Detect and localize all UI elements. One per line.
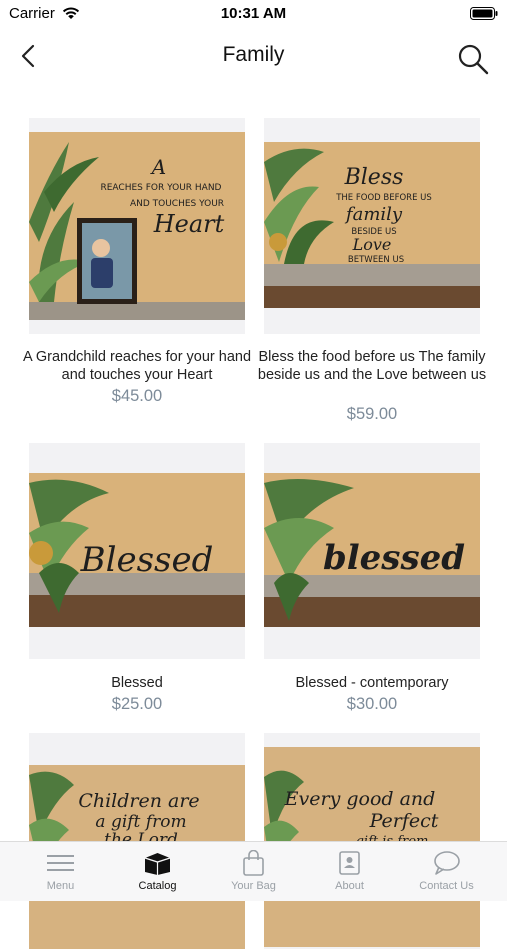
svg-text:REACHES FOR YOUR HAND: REACHES FOR YOUR HAND bbox=[100, 183, 221, 193]
tab-label: About bbox=[335, 880, 364, 892]
product-price: $59.00 bbox=[346, 405, 398, 423]
menu-icon bbox=[47, 855, 74, 871]
svg-text:BETWEEN US: BETWEEN US bbox=[348, 255, 404, 265]
navigation-bar: Family bbox=[0, 30, 507, 82]
svg-text:Perfect: Perfect bbox=[369, 810, 439, 832]
svg-text:family: family bbox=[344, 204, 403, 225]
product-image[interactable]: A REACHES FOR YOUR HAND AND TOUCHES YOUR… bbox=[29, 118, 245, 334]
tab-label: Your Bag bbox=[231, 880, 276, 892]
status-bar: Carrier 10:31 AM bbox=[0, 0, 507, 30]
product-image[interactable]: blessed bbox=[264, 443, 480, 659]
product-title[interactable]: Blessed - contemporary bbox=[252, 674, 492, 692]
product-image[interactable]: Blessed bbox=[29, 443, 245, 659]
product-card[interactable]: Every good and Perfect gift is from bbox=[264, 733, 480, 949]
product-image[interactable]: Bless THE FOOD BEFORE US family BESIDE U… bbox=[264, 118, 480, 334]
tab-your-bag[interactable]: Your Bag bbox=[203, 842, 304, 901]
shopping-bag-icon bbox=[243, 850, 264, 876]
svg-text:a gift from: a gift from bbox=[95, 812, 186, 832]
product-title[interactable]: Bless the food before us The family besi… bbox=[252, 348, 492, 384]
page-title: Family bbox=[222, 43, 285, 66]
tab-label: Menu bbox=[46, 880, 75, 892]
search-icon[interactable] bbox=[456, 42, 490, 76]
product-price: $30.00 bbox=[346, 695, 398, 713]
product-photo: blessed bbox=[264, 473, 480, 627]
product-title[interactable]: Blessed bbox=[17, 674, 257, 692]
product-photo: A REACHES FOR YOUR HAND AND TOUCHES YOUR… bbox=[29, 132, 245, 320]
svg-text:AND TOUCHES YOUR: AND TOUCHES YOUR bbox=[130, 199, 224, 209]
tab-about[interactable]: About bbox=[299, 842, 400, 901]
product-card[interactable]: Blessed Blessed $25.00 bbox=[29, 443, 245, 713]
product-card[interactable]: A REACHES FOR YOUR HAND AND TOUCHES YOUR… bbox=[23, 118, 251, 408]
svg-text:Love: Love bbox=[352, 235, 392, 254]
tab-catalog[interactable]: Catalog bbox=[107, 842, 208, 901]
tab-label: Contact Us bbox=[419, 880, 474, 892]
tab-bar: Menu Catalog Your Bag About Contact Us bbox=[0, 841, 507, 901]
product-card[interactable]: blessed Blessed - contemporary $30.00 bbox=[264, 443, 480, 713]
svg-text:Every good and: Every good and bbox=[284, 788, 436, 810]
product-card[interactable]: Bless THE FOOD BEFORE US family BESIDE U… bbox=[258, 118, 486, 428]
svg-text:blessed: blessed bbox=[323, 538, 465, 578]
catalog-box-icon bbox=[144, 853, 171, 875]
product-card[interactable]: Children are a gift from the Lord bbox=[29, 733, 245, 949]
svg-text:Blessed: Blessed bbox=[80, 540, 214, 580]
product-price: $45.00 bbox=[111, 387, 163, 405]
product-title[interactable]: A Grandchild reaches for your hand and t… bbox=[17, 348, 257, 384]
product-photo: Bless THE FOOD BEFORE US family BESIDE U… bbox=[264, 142, 480, 308]
product-photo: Blessed bbox=[29, 473, 245, 627]
tab-label: Catalog bbox=[138, 880, 177, 892]
battery-icon bbox=[470, 7, 498, 20]
svg-text:THE FOOD BEFORE US: THE FOOD BEFORE US bbox=[335, 193, 432, 203]
tab-menu[interactable]: Menu bbox=[10, 842, 111, 901]
product-price: $25.00 bbox=[111, 695, 163, 713]
svg-text:A: A bbox=[150, 155, 166, 179]
chat-bubble-icon bbox=[434, 851, 460, 875]
svg-text:Bless: Bless bbox=[344, 165, 404, 190]
about-contact-card-icon bbox=[339, 851, 360, 875]
tab-contact-us[interactable]: Contact Us bbox=[396, 842, 497, 901]
status-time: 10:31 AM bbox=[220, 5, 287, 22]
svg-text:Children are: Children are bbox=[78, 790, 199, 812]
svg-text:Heart: Heart bbox=[153, 210, 225, 238]
